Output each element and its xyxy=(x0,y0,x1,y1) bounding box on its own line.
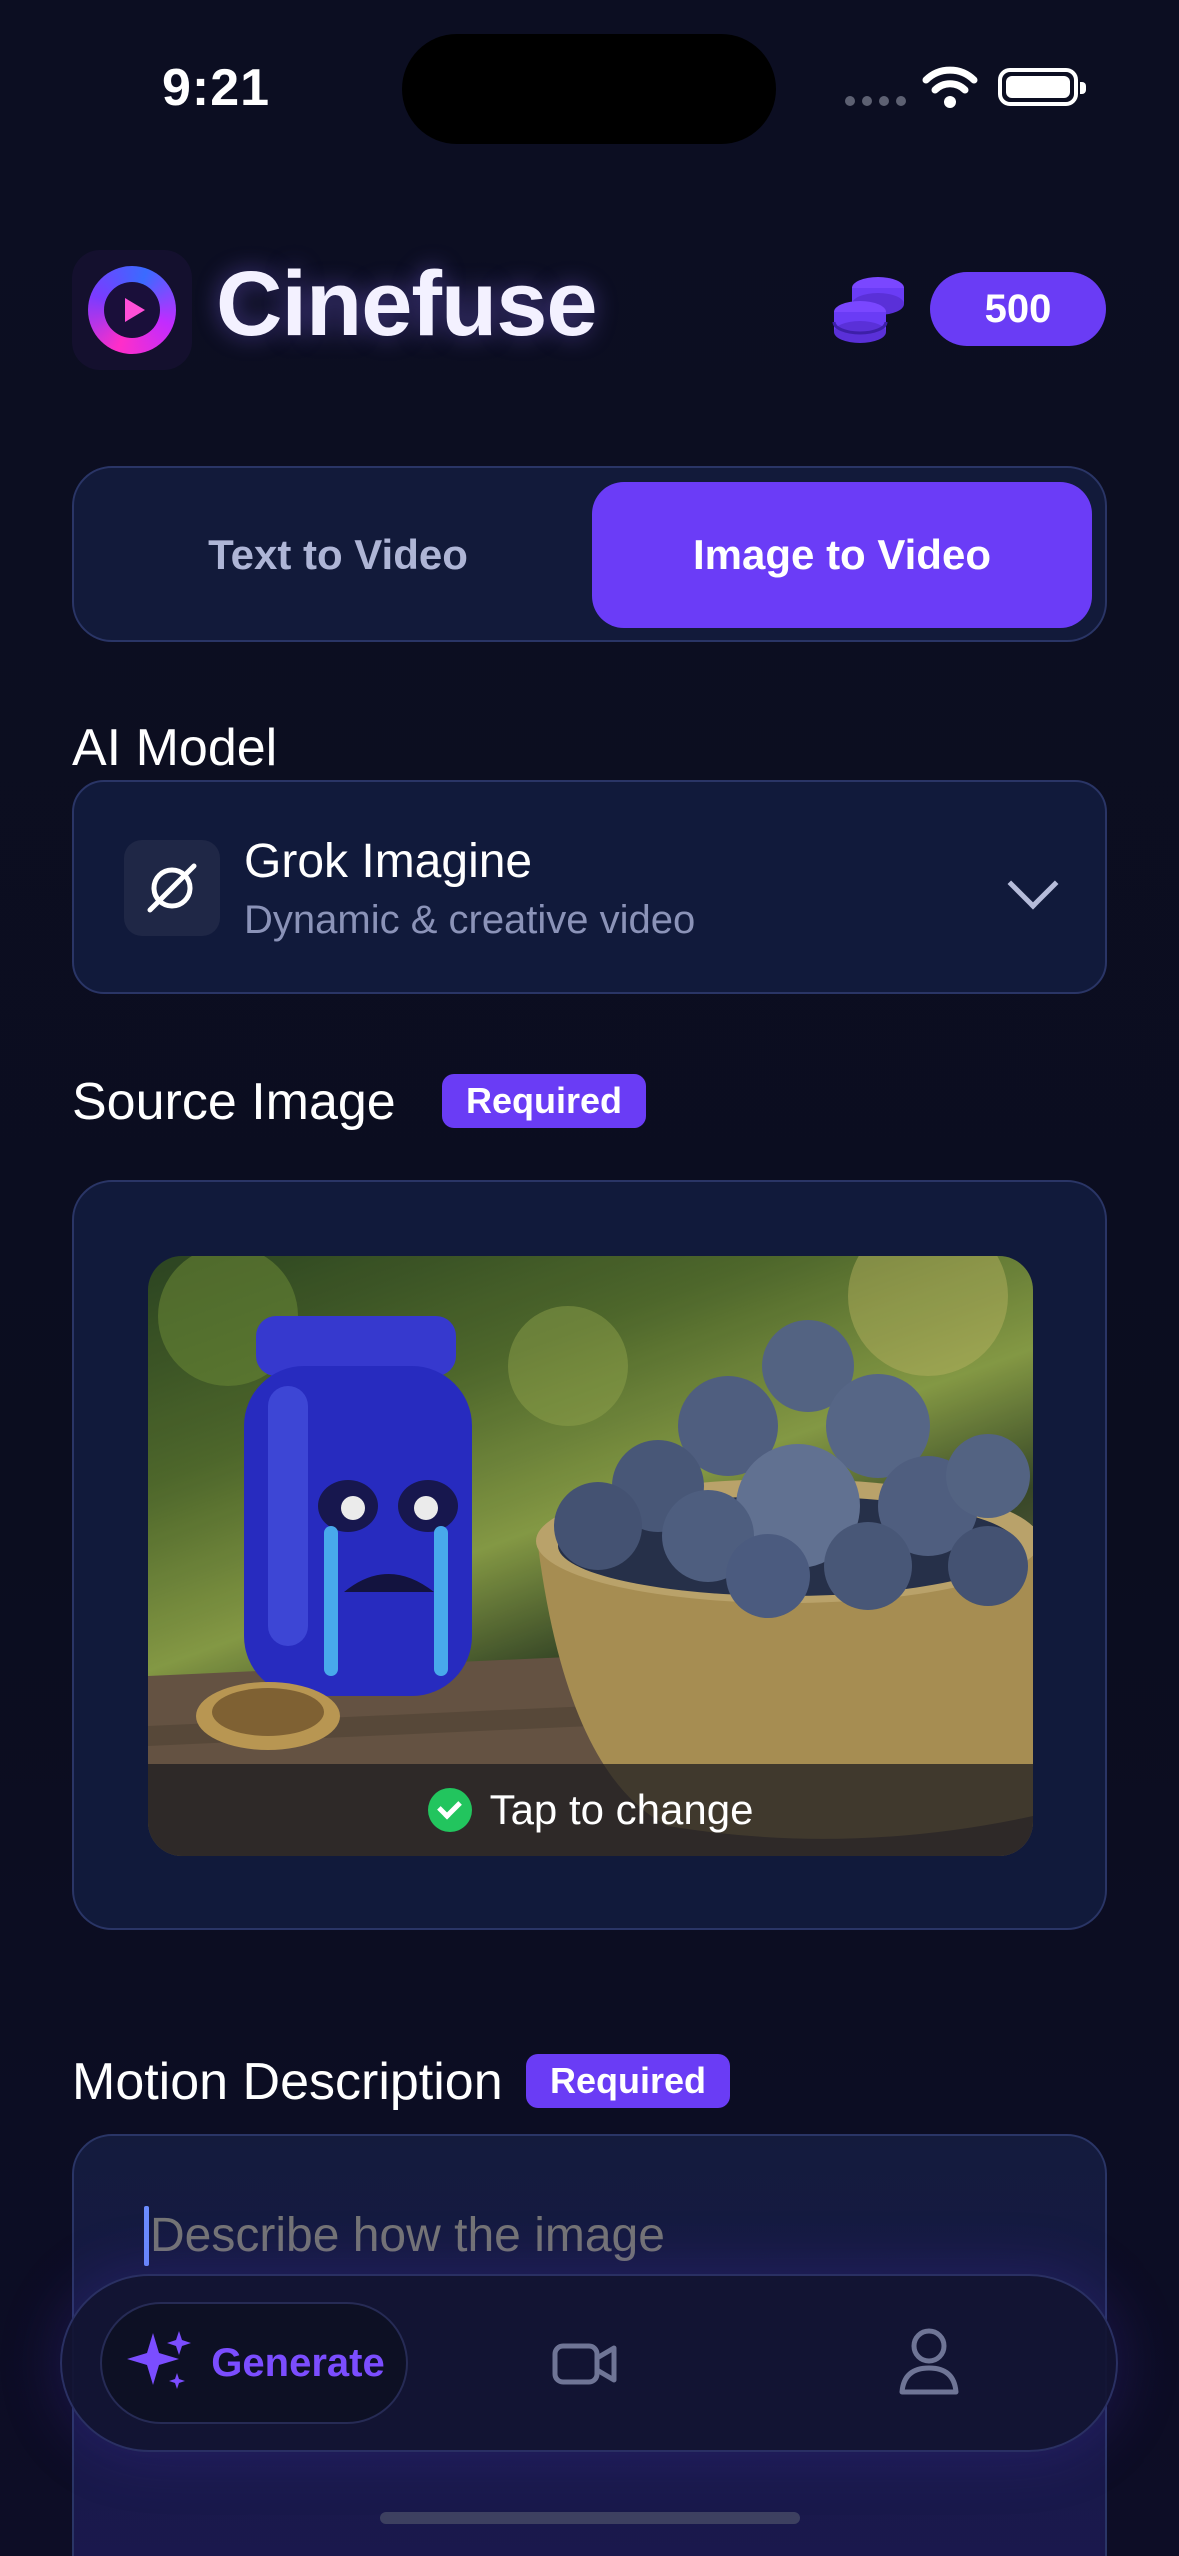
motion-description-input[interactable] xyxy=(150,2208,771,2263)
home-indicator xyxy=(380,2512,800,2524)
credits-badge[interactable]: 500 xyxy=(930,272,1106,346)
source-image-label: Source Image xyxy=(72,1073,396,1131)
check-circle-icon xyxy=(427,1788,472,1832)
cellular-signal-icon xyxy=(845,96,906,106)
ai-model-label: AI Model xyxy=(72,719,278,777)
app-logo xyxy=(72,250,192,370)
grok-logo-icon xyxy=(124,840,220,936)
screen: 9:21 Cinefuse 500 Text to Video Image to… xyxy=(0,0,1179,2556)
motion-description-label: Motion Description xyxy=(72,2053,503,2111)
tab-text-to-video[interactable]: Text to Video xyxy=(88,482,588,628)
tap-to-change-overlay[interactable]: Tap to change xyxy=(148,1764,1033,1856)
model-description: Dynamic & creative video xyxy=(244,898,696,942)
app-title: Cinefuse xyxy=(216,253,598,355)
source-image-preview[interactable]: Tap to change xyxy=(148,1256,1033,1856)
mode-switcher: Text to Video Image to Video xyxy=(72,466,1107,642)
status-time: 9:21 xyxy=(162,59,271,117)
tab-image-to-video[interactable]: Image to Video xyxy=(592,482,1092,628)
source-image-card: Tap to change xyxy=(72,1180,1107,1930)
profile-icon[interactable] xyxy=(898,2326,960,2396)
tap-to-change-label: Tap to change xyxy=(489,1786,754,1833)
tab-generate[interactable]: Generate xyxy=(100,2302,408,2424)
dynamic-island xyxy=(402,34,776,144)
tab-generate-label: Generate xyxy=(211,2340,385,2385)
text-cursor xyxy=(144,2206,149,2266)
model-selector[interactable]: Grok Imagine Dynamic & creative video xyxy=(72,780,1107,994)
sparkles-icon xyxy=(127,2331,192,2389)
model-name: Grok Imagine xyxy=(244,835,533,888)
required-badge: Required xyxy=(442,1074,647,1128)
chevron-down-icon xyxy=(1007,858,1059,910)
required-badge: Required xyxy=(526,2054,731,2108)
wifi-icon xyxy=(922,66,978,108)
battery-icon xyxy=(998,68,1086,106)
video-camera-icon[interactable] xyxy=(552,2336,618,2392)
coins-icon[interactable] xyxy=(830,272,906,346)
bottom-tab-bar: Generate xyxy=(60,2274,1118,2452)
